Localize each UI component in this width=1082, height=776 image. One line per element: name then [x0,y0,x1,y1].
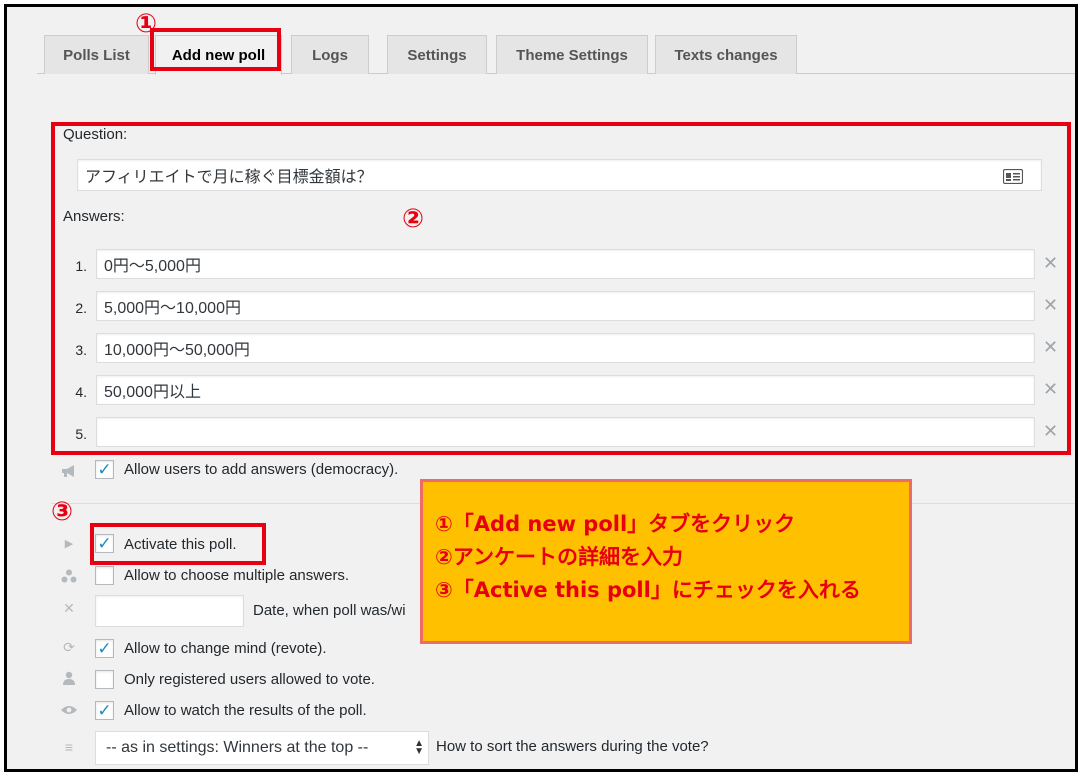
close-x-icon: ✕ [63,600,75,616]
multiple-answers-checkbox[interactable] [95,566,114,585]
answer-value: 0円〜5,000円 [104,258,201,275]
revote-checkbox[interactable]: ✓ [95,639,114,658]
democracy-checkbox[interactable]: ✓ [95,460,114,479]
watch-results-label: Allow to watch the results of the poll. [124,702,367,719]
activate-label: Activate this poll. [124,536,237,553]
answer-number: 3. [75,342,87,358]
note-line: ①「Add new poll」タブをクリック [435,512,796,536]
question-value: アフィリエイトで月に稼ぐ目標金額は？ [85,169,373,186]
delete-answer-icon[interactable]: ✕ [1043,254,1058,272]
sort-order-select[interactable]: -- as in settings: Winners at the top --… [95,731,429,765]
tab-theme-settings[interactable]: Theme Settings [496,35,648,74]
tab-settings[interactable]: Settings [387,35,487,74]
answer-number: 4. [75,384,87,400]
question-label: Question: [63,126,128,143]
user-icon [60,671,78,687]
answer-number: 1. [75,258,87,274]
multiple-circles-icon [60,569,78,585]
answer-value: 10,000円〜50,000円 [104,342,250,359]
instruction-note: ①「Add new poll」タブをクリック ②アンケートの詳細を入力 ③「Ac… [420,479,912,644]
answers-label: Answers: [63,208,125,225]
end-date-label: Date, when poll was/wi [253,602,406,619]
answer-input[interactable]: 50,000円以上 [96,375,1035,405]
delete-answer-icon[interactable]: ✕ [1043,380,1058,398]
watch-results-checkbox[interactable]: ✓ [95,701,114,720]
answer-input[interactable]: 5,000円〜10,000円 [96,291,1035,321]
answer-number: 2. [75,300,87,316]
menu-lines-icon: ≡ [64,739,74,755]
end-date-input[interactable] [95,595,244,627]
note-line: ②アンケートの詳細を入力 [435,545,683,569]
highlight-tab-box [150,28,281,71]
refresh-icon: ⟳ [63,639,75,655]
activate-checkbox[interactable]: ✓ [95,534,114,553]
delete-answer-icon[interactable]: ✕ [1043,338,1058,356]
play-icon: ▶ [64,538,74,550]
tab-texts-changes[interactable]: Texts changes [655,35,797,74]
select-arrows-icon: ▲ ▼ [414,738,424,757]
registered-only-checkbox[interactable] [95,670,114,689]
screenshot-frame: Polls List Add new poll Logs Settings Th… [4,4,1078,772]
marker-two: ② [402,204,425,234]
delete-answer-icon[interactable]: ✕ [1043,296,1058,314]
marker-one: ① [135,9,158,39]
eye-icon [60,704,78,718]
answer-number: 5. [75,426,87,442]
answer-input-empty[interactable] [96,417,1035,447]
contact-card-icon[interactable] [1003,169,1023,184]
answer-input[interactable]: 0円〜5,000円 [96,249,1035,279]
revote-label: Allow to change mind (revote). [124,640,327,657]
answer-value: 50,000円以上 [104,384,201,401]
question-input[interactable]: アフィリエイトで月に稼ぐ目標金額は？ [77,159,1042,191]
answer-value: 5,000円〜10,000円 [104,300,241,317]
tab-polls-list[interactable]: Polls List [44,35,149,74]
registered-only-label: Only registered users allowed to vote. [124,671,375,688]
democracy-label: Allow users to add answers (democracy). [124,461,399,478]
marker-three: ③ [51,497,74,527]
multiple-answers-label: Allow to choose multiple answers. [124,567,350,584]
answer-input[interactable]: 10,000円〜50,000円 [96,333,1035,363]
sort-order-selected: -- as in settings: Winners at the top -- [106,739,369,756]
sort-order-label: How to sort the answers during the vote? [436,738,709,755]
delete-answer-icon[interactable]: ✕ [1043,422,1058,440]
note-line: ③「Active this poll」にチェックを入れる [435,578,861,602]
megaphone-icon [60,464,78,480]
tab-logs[interactable]: Logs [291,35,369,74]
